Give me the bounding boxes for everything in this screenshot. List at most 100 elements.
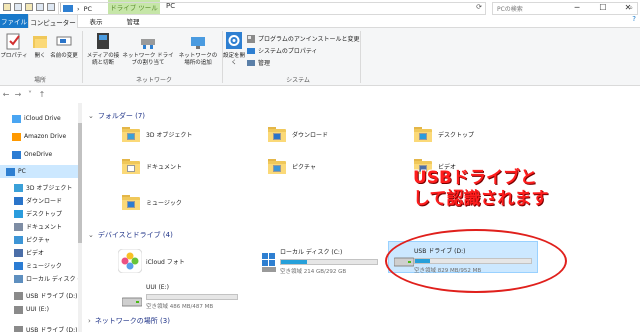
devices-section-header[interactable]: ⌄ デバイスとドライブ (4): [88, 229, 173, 241]
tab-manage[interactable]: 管理: [118, 14, 148, 28]
folder-icon: [268, 159, 286, 174]
nav-item-label: iCloud Drive: [24, 115, 61, 122]
open-settings-button[interactable]: 設定を開く: [222, 31, 246, 67]
usb-drive-icon: [122, 297, 142, 307]
nav-item[interactable]: ダウンロード: [0, 194, 81, 207]
check-icon[interactable]: [47, 3, 55, 11]
chevron-right-icon: ›: [88, 317, 91, 325]
nav-item[interactable]: USB ドライブ (D:): [0, 323, 81, 332]
nav-item[interactable]: iCloud Drive: [0, 112, 81, 125]
folder-item[interactable]: 3D オブジェクト: [122, 127, 192, 142]
forward-icon[interactable]: →: [12, 90, 24, 99]
tab-file[interactable]: ファイル: [0, 14, 28, 28]
nav-item[interactable]: 3D オブジェクト: [0, 181, 81, 194]
properties-icon[interactable]: [14, 3, 22, 11]
nav-item-icon: [14, 325, 23, 332]
folder-label: ダウンロード: [292, 132, 329, 139]
nav-item[interactable]: ピクチャ: [0, 233, 81, 246]
drive-e-label: UUI (E:): [146, 284, 169, 291]
nav-item[interactable]: UUI (E:): [0, 303, 81, 316]
nav-item[interactable]: Amazon Drive: [0, 130, 81, 143]
folder-item[interactable]: ドキュメント: [122, 159, 182, 174]
rename-icon: [56, 36, 72, 46]
folder-item[interactable]: ミュージック: [122, 195, 182, 210]
nav-item[interactable]: ローカル ディスク (C:): [0, 272, 81, 285]
nav-item[interactable]: ドキュメント: [0, 220, 81, 233]
nav-item-label: ミュージック: [26, 263, 62, 270]
nav-item-icon: [14, 274, 23, 283]
help-icon[interactable]: ?: [632, 15, 636, 23]
nav-item-label: UUI (E:): [26, 306, 49, 313]
nav-item[interactable]: OneDrive: [0, 148, 81, 161]
nav-item[interactable]: ビデオ: [0, 246, 81, 259]
system-properties-button[interactable]: システムのプロパティ: [247, 46, 317, 55]
folder-item[interactable]: ダウンロード: [268, 127, 328, 142]
undo-icon[interactable]: [36, 3, 44, 11]
nav-item[interactable]: USB ドライブ (D:): [0, 289, 81, 302]
path-separator-icon: ›: [77, 4, 80, 13]
chevron-down-icon: ⌄: [88, 112, 94, 120]
media-icon: [97, 33, 109, 49]
uninstall-programs-button[interactable]: プログラムのアンインストールと変更: [247, 34, 359, 43]
up-icon[interactable]: ↑: [36, 90, 48, 99]
tab-view[interactable]: 表示: [84, 14, 108, 28]
folder-icon: [122, 159, 140, 174]
quick-access-toolbar: [0, 2, 63, 12]
folder-icon[interactable]: [3, 3, 11, 11]
gear-icon: [226, 32, 242, 49]
annotation-line-1: USBドライブと: [413, 168, 538, 188]
drive-c-usage-bar: [280, 259, 378, 265]
icloud-photos-item[interactable]: iCloud フォト: [118, 249, 185, 273]
nav-item[interactable]: PC: [0, 165, 81, 178]
drive-e[interactable]: UUI (E:) 空き領域 486 MB/487 MB: [146, 284, 238, 310]
search-input[interactable]: PCの検索 ⌕: [492, 2, 638, 15]
folder-label: 3D オブジェクト: [146, 132, 193, 139]
folder-item[interactable]: デスクトップ: [414, 127, 474, 142]
nav-item[interactable]: ミュージック: [0, 259, 81, 272]
media-button[interactable]: メディアの接続と切断: [86, 31, 120, 67]
annotation-circle: [385, 229, 567, 293]
nav-item-icon: [14, 196, 23, 205]
refresh-icon[interactable]: ⟳: [476, 3, 482, 11]
add-network-location-button[interactable]: ネットワークの場所の追加: [178, 31, 218, 67]
local-disk-c[interactable]: ローカル ディスク (C:) 空き領域 214 GB/292 GB: [262, 247, 378, 275]
path-field[interactable]: › PC ⟳: [58, 2, 486, 15]
check-properties-icon: [6, 33, 20, 50]
nav-item-icon: [14, 261, 23, 270]
path-text: PC: [83, 4, 93, 13]
nav-item-icon: [14, 291, 23, 300]
rename-button[interactable]: 名前の変更: [50, 31, 78, 60]
drive-c-usage-fill: [281, 260, 307, 264]
network-section-header[interactable]: › ネットワークの場所 (3): [88, 315, 170, 327]
nav-item-label: USB ドライブ (D:): [26, 327, 78, 332]
add-location-label: ネットワークの場所の追加: [178, 53, 218, 66]
folder-label: ドキュメント: [146, 164, 183, 171]
folders-section-header[interactable]: ⌄ フォルダー (7): [88, 110, 145, 122]
media-label: メディアの接続と切断: [86, 53, 120, 66]
group-divider: [82, 31, 83, 83]
nav-item[interactable]: デスクトップ: [0, 207, 81, 220]
address-bar: ← → ˅ ↑: [0, 86, 640, 103]
manage-label: 管理: [258, 60, 271, 67]
search-icon: ⌕: [629, 4, 633, 12]
manage-icon: [247, 59, 255, 66]
nav-item-label: ピクチャ: [26, 237, 50, 244]
properties-button[interactable]: プロパティ: [0, 31, 28, 60]
new-folder-icon[interactable]: [25, 3, 33, 11]
back-icon[interactable]: ←: [0, 90, 12, 99]
location-group-label: 場所: [33, 77, 46, 84]
drive-c-label: ローカル ディスク (C:): [280, 249, 343, 256]
map-network-drive-button[interactable]: ネットワーク ドライブの割り当て: [122, 31, 174, 67]
folder-label: ミュージック: [146, 200, 182, 207]
folder-item[interactable]: ピクチャ: [268, 159, 316, 174]
nav-item-label: 3D オブジェクト: [26, 185, 73, 192]
scrollbar-thumb[interactable]: [78, 123, 82, 243]
recent-chevron-icon[interactable]: ˅: [24, 90, 36, 99]
nav-item-label: デスクトップ: [26, 211, 63, 218]
nav-item-icon: [14, 209, 23, 218]
folder-icon: [122, 127, 140, 142]
tab-computer[interactable]: コンピューター: [28, 14, 78, 28]
navpane-scrollbar[interactable]: [78, 103, 82, 332]
open-label: 開く: [34, 53, 46, 59]
manage-button[interactable]: 管理: [247, 58, 270, 67]
